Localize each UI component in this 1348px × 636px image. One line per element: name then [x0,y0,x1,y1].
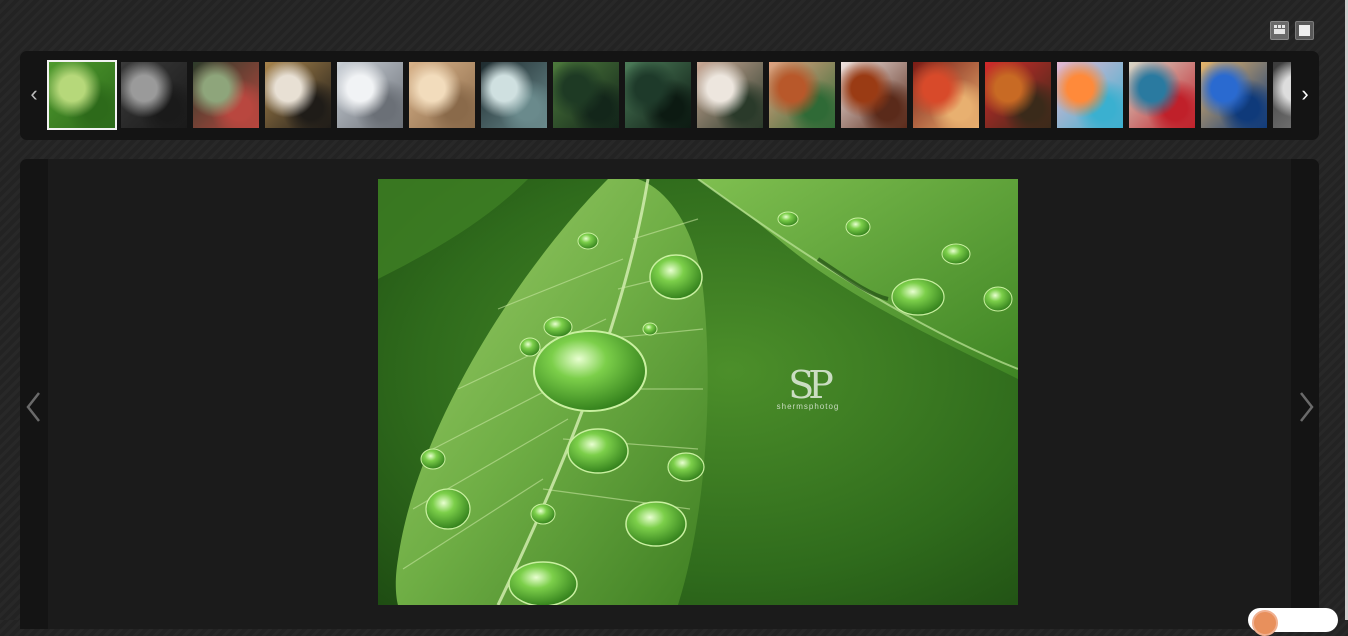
watermark-text: shermsphotog [776,402,840,411]
thumbnail[interactable] [479,60,549,130]
thumbnail[interactable] [767,60,837,130]
chevron-left-icon [26,392,40,422]
floating-badge[interactable] [1248,608,1338,636]
thumbnail[interactable] [1199,60,1269,130]
next-image-button[interactable] [1294,387,1318,427]
leaf-photo [378,179,1018,605]
thumbnail[interactable] [1055,60,1125,130]
chevron-right-icon [1300,392,1314,422]
thumbnail-next-button[interactable]: › [1295,81,1315,107]
thumbnail[interactable] [623,60,693,130]
thumbnail[interactable] [1271,60,1291,130]
chevron-right-icon: › [1301,81,1309,106]
previous-image-button[interactable] [22,387,46,427]
thumbnail[interactable] [839,60,909,130]
viewer-stage: SP shermsphotog [48,159,1291,629]
thumbnail[interactable] [983,60,1053,130]
thumbnail[interactable] [191,60,261,130]
thumbnail-strip: ‹ › [20,51,1319,140]
grid-view-toggle[interactable] [1270,21,1289,40]
avatar [1252,610,1278,636]
single-view-toggle[interactable] [1295,21,1314,40]
main-photo[interactable]: SP shermsphotog [378,179,1018,605]
thumbnail[interactable] [335,60,405,130]
thumbnail[interactable] [263,60,333,130]
thumbnail[interactable] [1127,60,1197,130]
image-viewer: SP shermsphotog [20,159,1319,629]
thumbnail[interactable] [119,60,189,130]
thumbnail[interactable] [911,60,981,130]
thumbnail[interactable] [407,60,477,130]
thumbnail[interactable] [47,60,117,130]
photo-watermark: SP shermsphotog [768,363,848,411]
grid-icon [1274,25,1285,36]
watermark-logo: SP [788,363,834,407]
chevron-left-icon: ‹ [30,81,38,106]
single-view-icon [1299,25,1310,36]
thumbnail-list [47,60,1291,130]
thumbnail[interactable] [695,60,765,130]
thumbnail-prev-button[interactable]: ‹ [24,81,44,107]
thumbnail[interactable] [551,60,621,130]
